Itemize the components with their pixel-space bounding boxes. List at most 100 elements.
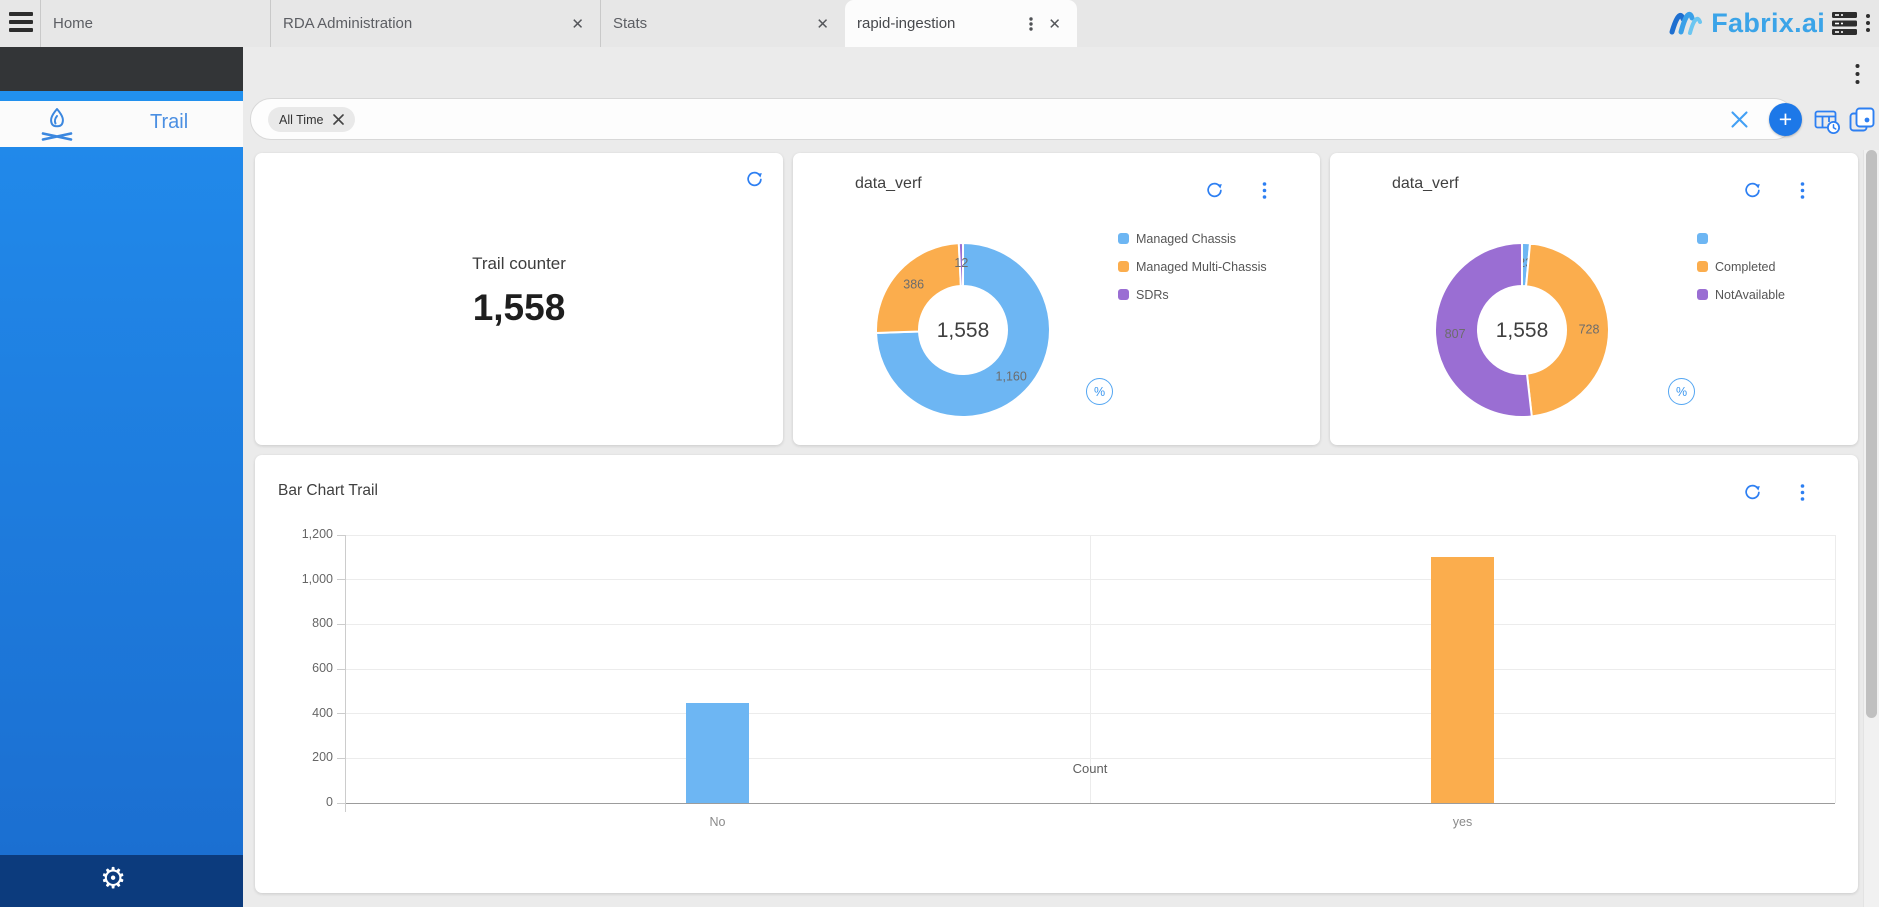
scrollbar-thumb[interactable] — [1866, 150, 1877, 718]
percent-toggle-button[interactable]: % — [1086, 378, 1113, 405]
donut-svg: 237288071,558 — [1429, 237, 1615, 423]
y-axis-tick — [337, 669, 345, 670]
refresh-icon[interactable] — [1205, 181, 1224, 205]
card-kebab-icon[interactable] — [1796, 483, 1809, 507]
tab-label: Home — [53, 15, 258, 32]
card-kebab-icon[interactable] — [1258, 181, 1271, 205]
y-axis-line — [345, 535, 346, 812]
tab-stats[interactable]: Stats ✕ — [600, 0, 845, 47]
y-axis-tick — [337, 579, 345, 580]
chip-label: All Time — [279, 113, 323, 127]
y-tick-label: 1,000 — [269, 572, 333, 586]
tab-rapid-ingestion[interactable]: rapid-ingestion ✕ — [845, 0, 1077, 47]
y-tick-label: 800 — [269, 616, 333, 630]
donut-card-2: data_verf 237288071,558 CompletedNotAvai… — [1330, 153, 1858, 445]
scrollbar-track[interactable] — [1863, 150, 1879, 907]
legend-label: Managed Multi-Chassis — [1136, 260, 1267, 274]
filter-bar[interactable]: All Time + — [250, 98, 1795, 140]
hamburger-menu-icon[interactable] — [9, 12, 33, 34]
y-tick-label: 200 — [269, 750, 333, 764]
tab-kebab-icon[interactable] — [1024, 16, 1038, 32]
legend-item[interactable] — [1697, 229, 1785, 248]
tab-label: Stats — [613, 15, 812, 32]
refresh-icon[interactable] — [745, 170, 764, 194]
bar[interactable] — [1431, 557, 1494, 803]
close-icon[interactable]: ✕ — [1044, 13, 1065, 35]
legend-swatch — [1697, 261, 1708, 272]
card-kebab-icon[interactable] — [1796, 181, 1809, 205]
legend-item[interactable]: NotAvailable — [1697, 285, 1785, 304]
card-title: Bar Chart Trail — [278, 482, 378, 500]
tab-home[interactable]: Home — [40, 0, 270, 47]
x-axis-line — [338, 803, 1835, 804]
legend-label: NotAvailable — [1715, 288, 1785, 302]
donut-card-1: data_verf 1,160386121,558 Managed Chassi… — [793, 153, 1320, 445]
tab-bar: Home RDA Administration ✕ Stats ✕ rapid-… — [0, 0, 1879, 47]
server-stack-icon[interactable] — [1832, 12, 1857, 40]
add-filter-button[interactable]: + — [1769, 103, 1802, 136]
legend-label: Completed — [1715, 260, 1775, 274]
legend-swatch — [1118, 261, 1129, 272]
y-tick-label: 0 — [269, 795, 333, 809]
topbar-kebab-icon[interactable] — [1861, 12, 1875, 39]
x-tick-label: No — [658, 815, 778, 829]
sidebar: Trail ⚙ — [0, 47, 243, 907]
tab-label: RDA Administration — [283, 15, 567, 32]
legend-item[interactable]: Managed Multi-Chassis — [1118, 257, 1267, 276]
bar[interactable] — [686, 703, 749, 804]
sidebar-body — [0, 147, 243, 855]
donut-slice-label: 1,160 — [996, 370, 1027, 384]
app-root: Home RDA Administration ✕ Stats ✕ rapid-… — [0, 0, 1879, 907]
donut-chart: 1,160386121,558 — [870, 237, 1056, 428]
bar-chart-card: Bar Chart Trail 0 200 400 600 800 1,000 1,200 N… — [255, 455, 1858, 893]
plot-right-edge — [1835, 535, 1836, 803]
x-tick-label: yes — [1403, 815, 1523, 829]
counter-card: Trail counter 1,558 — [255, 153, 783, 445]
y-tick-label: 400 — [269, 706, 333, 720]
legend-label: SDRs — [1136, 288, 1169, 302]
y-tick-label: 600 — [269, 661, 333, 675]
tab-strip: Home RDA Administration ✕ Stats ✕ rapid-… — [40, 0, 1077, 47]
gear-icon[interactable]: ⚙ — [100, 864, 126, 893]
sidebar-header — [0, 47, 243, 91]
close-icon[interactable]: ✕ — [812, 13, 833, 35]
tab-rda-administration[interactable]: RDA Administration ✕ — [270, 0, 600, 47]
percent-toggle-button[interactable]: % — [1668, 378, 1695, 405]
copy-dashboard-icon[interactable] — [1847, 105, 1877, 140]
filter-chip-all-time[interactable]: All Time — [268, 107, 355, 132]
counter-title: Trail counter — [255, 254, 783, 274]
x-axis-title: Count — [940, 761, 1240, 776]
legend-label: Managed Chassis — [1136, 232, 1236, 246]
donut-slice-label: 386 — [903, 278, 924, 292]
chart-legend: Managed Chassis Managed Multi-Chassis SDRs — [1118, 229, 1267, 304]
clear-filters-icon[interactable] — [1730, 110, 1749, 134]
y-axis-tick — [337, 535, 345, 536]
legend-item[interactable]: Completed — [1697, 257, 1785, 276]
legend-item[interactable]: Managed Chassis — [1118, 229, 1267, 248]
refresh-icon[interactable] — [1743, 483, 1762, 507]
y-axis-tick — [337, 758, 345, 759]
sidebar-divider — [0, 91, 243, 101]
donut-slice-label: 728 — [1579, 322, 1600, 336]
table-schedule-icon[interactable] — [1814, 108, 1841, 140]
legend-item[interactable]: SDRs — [1118, 285, 1267, 304]
donut-svg: 1,160386121,558 — [870, 237, 1056, 423]
chip-close-icon[interactable] — [333, 114, 344, 125]
refresh-icon[interactable] — [1743, 181, 1762, 205]
legend-swatch — [1118, 289, 1129, 300]
sidebar-footer: ⚙ — [0, 855, 243, 907]
donut-center-total: 1,558 — [1496, 319, 1549, 342]
close-icon[interactable]: ✕ — [567, 13, 588, 35]
y-tick-label: 1,200 — [269, 527, 333, 541]
legend-swatch — [1697, 233, 1708, 244]
donut-chart: 237288071,558 — [1429, 237, 1615, 428]
brand: Fabrix.ai — [1668, 0, 1825, 47]
dashboard-kebab-icon[interactable] — [1851, 61, 1864, 92]
card-title: data_verf — [1392, 175, 1459, 193]
fabrix-logo-icon — [1668, 5, 1704, 42]
donut-slice-label: 807 — [1445, 327, 1466, 341]
legend-swatch — [1118, 233, 1129, 244]
donut-center-total: 1,558 — [937, 319, 990, 342]
sidebar-item-trail[interactable]: Trail — [0, 101, 243, 147]
bonfire-icon — [30, 106, 84, 144]
